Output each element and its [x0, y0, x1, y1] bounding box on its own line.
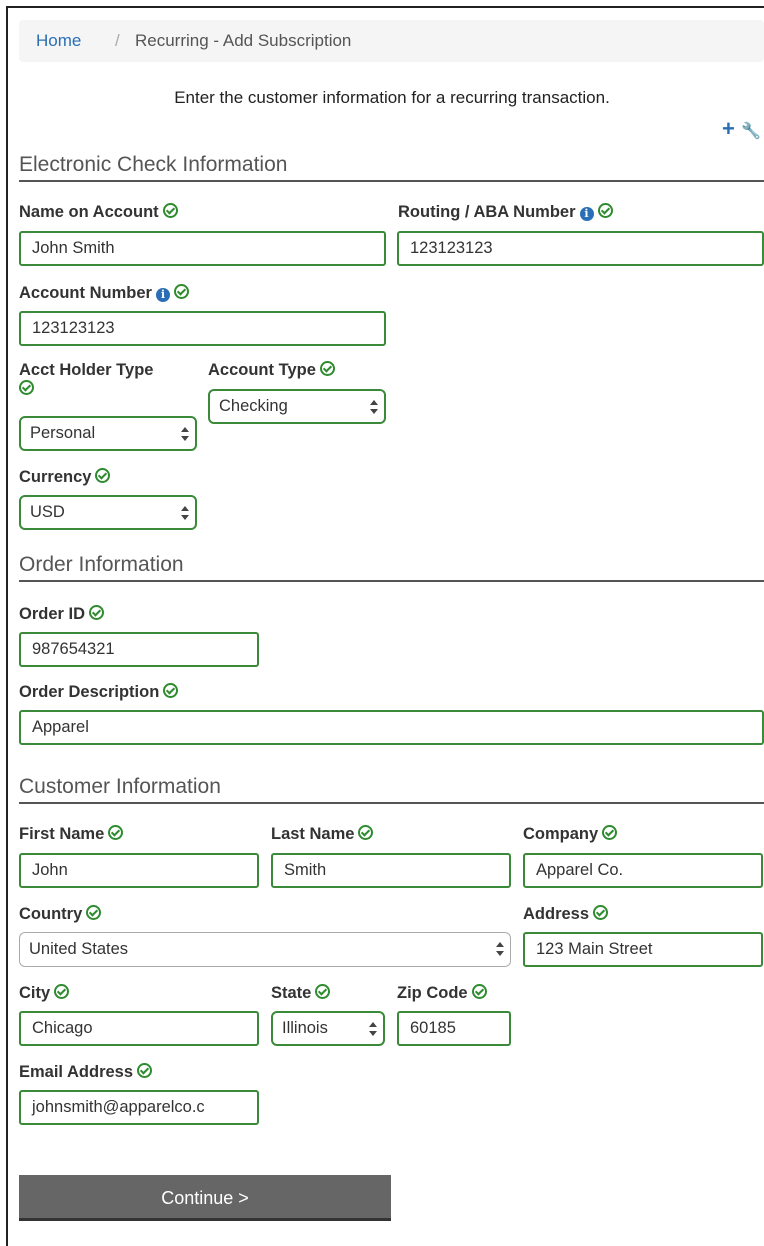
valid-check-icon: [315, 984, 331, 999]
breadcrumb-home-link[interactable]: Home: [36, 20, 81, 62]
continue-button[interactable]: Continue >: [19, 1175, 391, 1221]
currency-label: Currency: [19, 468, 111, 487]
currency-value: USD: [30, 503, 65, 521]
country-value: United States: [29, 940, 129, 958]
section-customer-title: Customer Information: [19, 775, 764, 804]
country-select[interactable]: United States: [19, 932, 511, 967]
order-id-input[interactable]: 987654321: [19, 632, 259, 667]
select-arrows-icon: [370, 400, 378, 414]
valid-check-icon: [89, 605, 105, 620]
valid-check-icon: [358, 825, 374, 840]
email-address-input[interactable]: johnsmith@apparelco.c: [19, 1090, 259, 1125]
address-label: Address: [523, 905, 609, 924]
state-label: State: [271, 984, 331, 1003]
account-type-label: Account Type: [208, 361, 335, 380]
acct-holder-type-select[interactable]: Personal: [19, 416, 197, 451]
select-arrows-icon: [369, 1022, 377, 1036]
info-icon[interactable]: i: [155, 288, 170, 302]
valid-check-icon: [602, 825, 618, 840]
account-type-select[interactable]: Checking: [208, 389, 386, 424]
select-arrows-icon: [181, 427, 189, 441]
breadcrumb: Home / Recurring - Add Subscription: [19, 20, 764, 62]
section-order-title: Order Information: [19, 553, 764, 582]
city-input[interactable]: Chicago: [19, 1011, 259, 1046]
intro-text: Enter the customer information for a rec…: [174, 88, 610, 107]
section-check-title: Electronic Check Information: [19, 153, 764, 182]
valid-check-icon: [597, 203, 613, 218]
valid-check-icon: [86, 905, 102, 920]
valid-check-icon: [54, 984, 70, 999]
acct-holder-type-value: Personal: [30, 424, 96, 442]
first-name-input[interactable]: John: [19, 853, 259, 888]
routing-number-label: Routing / ABA Number i: [398, 203, 613, 222]
add-icon[interactable]: +: [722, 116, 735, 141]
breadcrumb-separator: /: [115, 31, 120, 50]
account-number-label: Account Number i: [19, 284, 189, 303]
valid-check-icon: [173, 284, 189, 299]
breadcrumb-current: Recurring - Add Subscription: [135, 31, 352, 50]
order-description-label: Order Description: [19, 683, 179, 702]
info-icon[interactable]: i: [579, 207, 594, 221]
valid-check-icon: [319, 361, 335, 376]
valid-check-icon: [162, 203, 178, 218]
account-number-input[interactable]: 123123123: [19, 311, 386, 346]
last-name-input[interactable]: Smith: [271, 853, 511, 888]
name-on-account-input[interactable]: John Smith: [19, 231, 386, 266]
page-frame: [6, 6, 764, 1246]
valid-check-icon: [593, 905, 609, 920]
state-select[interactable]: Illinois: [271, 1011, 385, 1046]
select-arrows-icon: [181, 506, 189, 520]
country-label: Country: [19, 905, 102, 924]
company-input[interactable]: Apparel Co.: [523, 853, 763, 888]
toolbar: + 🔧: [722, 116, 761, 142]
valid-check-icon: [19, 380, 34, 395]
acct-holder-type-label: Acct Holder Type: [19, 361, 153, 399]
valid-check-icon: [471, 984, 487, 999]
order-id-label: Order ID: [19, 605, 105, 624]
name-on-account-label: Name on Account: [19, 203, 178, 222]
address-input[interactable]: 123 Main Street: [523, 932, 763, 967]
valid-check-icon: [95, 468, 111, 483]
account-type-value: Checking: [219, 397, 288, 415]
select-arrows-icon: [496, 942, 504, 956]
company-label: Company: [523, 825, 618, 844]
order-description-input[interactable]: Apparel: [19, 710, 764, 745]
state-value: Illinois: [282, 1019, 328, 1037]
zip-code-label: Zip Code: [397, 984, 487, 1003]
valid-check-icon: [137, 1063, 153, 1078]
routing-number-input[interactable]: 123123123: [397, 231, 764, 266]
city-label: City: [19, 984, 70, 1003]
valid-check-icon: [163, 683, 179, 698]
first-name-label: First Name: [19, 825, 124, 844]
email-address-label: Email Address: [19, 1063, 153, 1082]
last-name-label: Last Name: [271, 825, 374, 844]
zip-code-input[interactable]: 60185: [397, 1011, 511, 1046]
currency-select[interactable]: USD: [19, 495, 197, 530]
wrench-icon[interactable]: 🔧: [741, 123, 761, 140]
valid-check-icon: [108, 825, 124, 840]
